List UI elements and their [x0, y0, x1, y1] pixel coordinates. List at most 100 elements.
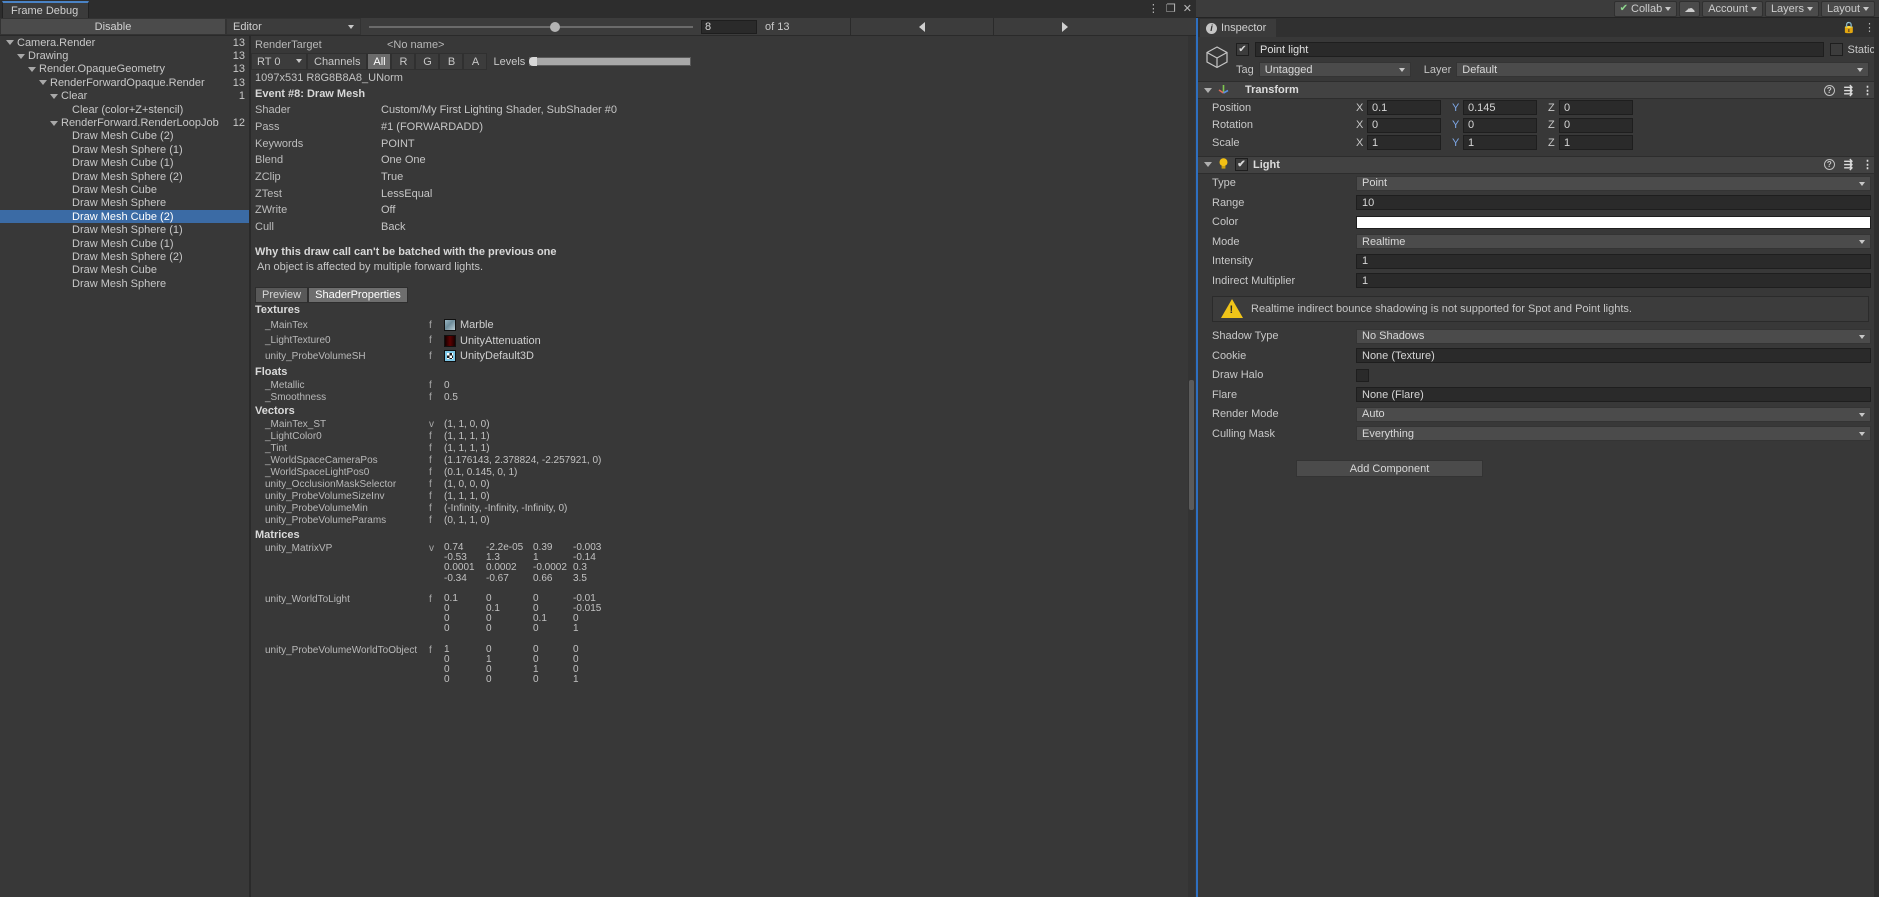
levels-control[interactable]: Levels — [487, 53, 697, 70]
prev-event-button[interactable] — [849, 18, 993, 35]
tree-row[interactable]: RenderForward.RenderLoopJob 12 — [0, 116, 249, 129]
add-component-button[interactable]: Add Component — [1296, 460, 1483, 477]
tab-shader-properties[interactable]: ShaderProperties — [308, 286, 408, 303]
transform-z-input[interactable]: 0 — [1559, 100, 1633, 116]
next-event-button[interactable] — [992, 18, 1136, 35]
frame-event-tree[interactable]: Camera.Render 13 Drawing 13 Render.OpaqueGeo… — [0, 36, 250, 897]
detail-scrollbar-thumb[interactable] — [1189, 380, 1194, 510]
chevron-down-icon[interactable] — [1204, 87, 1212, 93]
cloud-button[interactable]: ☁ — [1679, 0, 1701, 17]
tree-row[interactable]: Draw Mesh Sphere — [0, 197, 249, 210]
tree-row[interactable]: RenderForwardOpaque.Render 13 — [0, 76, 249, 89]
tab-inspector[interactable]: i Inspector — [1200, 19, 1277, 37]
light-render-mode-dropdown[interactable]: Auto — [1356, 406, 1871, 422]
transform-y-input[interactable]: 0.145 — [1463, 100, 1537, 116]
tree-row[interactable]: Drawing 13 — [0, 49, 249, 62]
chevron-down-icon[interactable] — [50, 120, 58, 126]
light-type-dropdown[interactable]: Point — [1356, 175, 1871, 191]
light-intensity-input[interactable]: 1 — [1356, 253, 1871, 269]
tab-frame-debug[interactable]: Frame Debug — [2, 1, 90, 18]
transform-x-input[interactable]: 0 — [1367, 117, 1441, 133]
event-index-input[interactable]: 8 — [701, 20, 757, 34]
tree-row[interactable]: Draw Mesh Sphere (1) — [0, 223, 249, 236]
collab-button[interactable]: ✔ Collab — [1613, 0, 1678, 17]
tree-row[interactable]: Render.OpaqueGeometry 13 — [0, 63, 249, 76]
editor-target-dropdown[interactable]: Editor — [226, 18, 361, 35]
tree-row[interactable]: Draw Mesh Cube — [0, 264, 249, 277]
help-icon[interactable]: ? — [1823, 159, 1835, 170]
kebab-menu-icon[interactable]: ⋮ — [1862, 158, 1873, 171]
tree-row[interactable]: Draw Mesh Cube (2) — [0, 210, 249, 224]
help-icon[interactable]: ? — [1823, 84, 1835, 96]
kebab-menu-icon[interactable]: ⋮ — [1148, 2, 1159, 15]
rt-select-dropdown[interactable]: RT 0 — [251, 53, 307, 70]
kebab-menu-icon[interactable]: ⋮ — [1862, 84, 1873, 97]
channel-button-all[interactable]: All — [367, 53, 392, 70]
gameobject-name-input[interactable]: Point light — [1255, 42, 1825, 57]
light-cookie-field[interactable]: None (Texture) — [1356, 348, 1871, 364]
tag-dropdown[interactable]: Untagged — [1258, 62, 1411, 77]
levels-slider-handle[interactable] — [529, 57, 538, 66]
light-component-header[interactable]: ✔ Light ? ⇶ ⋮ — [1198, 155, 1879, 174]
channel-button-g[interactable]: G — [415, 53, 440, 70]
channel-button-b[interactable]: B — [439, 53, 464, 70]
tree-row[interactable]: Draw Mesh Sphere (1) — [0, 143, 249, 156]
chevron-down-icon[interactable] — [17, 53, 25, 59]
tree-row[interactable]: Draw Mesh Sphere (2) — [0, 170, 249, 183]
light-enabled-checkbox[interactable]: ✔ — [1235, 158, 1248, 171]
static-toggle[interactable]: Static — [1830, 43, 1875, 56]
light-indirect-input[interactable]: 1 — [1356, 273, 1871, 289]
disable-button[interactable]: Disable — [0, 18, 226, 35]
transform-x-input[interactable]: 1 — [1367, 135, 1441, 151]
tree-row[interactable]: Draw Mesh Cube — [0, 183, 249, 196]
tree-row[interactable]: Draw Mesh Cube (1) — [0, 157, 249, 170]
channel-button-a[interactable]: A — [463, 53, 488, 70]
chevron-down-icon[interactable] — [50, 93, 58, 99]
light-flare-field[interactable]: None (Flare) — [1356, 387, 1871, 403]
layout-button[interactable]: Layout — [1820, 0, 1875, 17]
lock-icon[interactable]: 🔒 — [1842, 21, 1856, 34]
event-slider[interactable] — [369, 21, 693, 32]
layers-button[interactable]: Layers — [1764, 0, 1819, 17]
preset-icon[interactable]: ⇶ — [1844, 158, 1853, 171]
close-icon[interactable]: ✕ — [1183, 2, 1192, 15]
tree-row[interactable]: Clear 1 — [0, 90, 249, 103]
account-button[interactable]: Account — [1702, 0, 1763, 17]
chevron-down-icon[interactable] — [6, 40, 14, 46]
light-shadow-dropdown[interactable]: No Shadows — [1356, 328, 1871, 344]
tree-row[interactable]: Draw Mesh Cube (2) — [0, 130, 249, 143]
texture-value-cell: UnityAttenuation — [444, 334, 541, 347]
transform-component-header[interactable]: Transform ? ⇶ ⋮ — [1198, 81, 1879, 99]
tree-row[interactable]: Draw Mesh Sphere — [0, 277, 249, 290]
transform-y-input[interactable]: 1 — [1463, 135, 1537, 151]
light-color-swatch[interactable] — [1356, 215, 1871, 229]
light-bulb-icon — [1217, 157, 1230, 173]
layer-dropdown[interactable]: Default — [1456, 62, 1869, 77]
event-field-row: ZWrite Off — [251, 202, 1196, 219]
maximize-icon[interactable]: ❐ — [1166, 2, 1176, 15]
light-halo-checkbox[interactable] — [1356, 368, 1369, 382]
tree-row[interactable]: Draw Mesh Cube (1) — [0, 237, 249, 250]
chevron-down-icon[interactable] — [39, 80, 47, 86]
static-checkbox[interactable] — [1830, 43, 1844, 56]
transform-y-input[interactable]: 0 — [1463, 117, 1537, 133]
light-mode-dropdown[interactable]: Realtime — [1356, 234, 1871, 250]
event-slider-handle[interactable] — [550, 21, 561, 32]
chevron-down-icon — [1859, 334, 1865, 339]
levels-slider[interactable] — [529, 57, 692, 66]
tree-row[interactable]: Clear (color+Z+stencil) — [0, 103, 249, 116]
preset-icon[interactable]: ⇶ — [1844, 84, 1853, 97]
light-range-input[interactable]: 10 — [1356, 195, 1871, 211]
transform-z-input[interactable]: 1 — [1559, 135, 1633, 151]
chevron-down-icon[interactable] — [28, 66, 36, 72]
tab-preview[interactable]: Preview — [255, 286, 309, 303]
channel-button-r[interactable]: R — [391, 53, 416, 70]
chevron-down-icon[interactable] — [1204, 162, 1212, 167]
tree-row[interactable]: Camera.Render 13 — [0, 36, 249, 49]
light-culling-dropdown[interactable]: Everything — [1356, 426, 1871, 442]
transform-x-input[interactable]: 0.1 — [1367, 100, 1441, 116]
transform-z-input[interactable]: 0 — [1559, 117, 1633, 133]
tree-row[interactable]: Draw Mesh Sphere (2) — [0, 250, 249, 263]
gameobject-enabled-checkbox[interactable]: ✔ — [1236, 43, 1249, 56]
inspector-scrollbar[interactable] — [1874, 18, 1879, 897]
